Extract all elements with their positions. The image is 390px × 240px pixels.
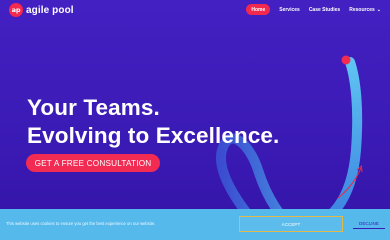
nav-item-services[interactable]: Services [279,4,300,15]
nav-item-resources[interactable]: Resources ⌄ [349,4,381,15]
brand-name: agile pool [26,4,74,16]
hero-headline: Your Teams. Evolving to Excellence. [27,94,279,150]
logo-mark-icon: ap [9,3,23,17]
nav-item-resources-label: Resources [349,6,375,13]
headline-line-1: Your Teams. [27,95,160,120]
cookie-message: This website uses cookies to ensure you … [6,221,156,226]
brand-logo[interactable]: ap agile pool [9,3,74,17]
headline-line-2: Evolving to Excellence. [27,123,280,148]
nav-item-case-studies[interactable]: Case Studies [309,4,340,15]
chevron-down-icon: ⌄ [376,6,381,13]
cookie-banner: This website uses cookies to ensure you … [0,209,390,240]
nav-item-home[interactable]: Home [246,4,271,15]
hero-section: ap agile pool Home Services Case Studies… [0,0,390,240]
accept-cookies-button[interactable]: ACCEPT [239,216,343,232]
top-navigation: ap agile pool Home Services Case Studies… [0,0,390,20]
main-menu: Home Services Case Studies Resources ⌄ [246,4,381,15]
swirl-red-dot [341,55,351,65]
decline-cookies-button[interactable]: DECLINE [353,221,385,229]
swirl-front-curve [295,57,363,233]
free-consultation-button[interactable]: GET A FREE CONSULTATION [26,154,160,172]
